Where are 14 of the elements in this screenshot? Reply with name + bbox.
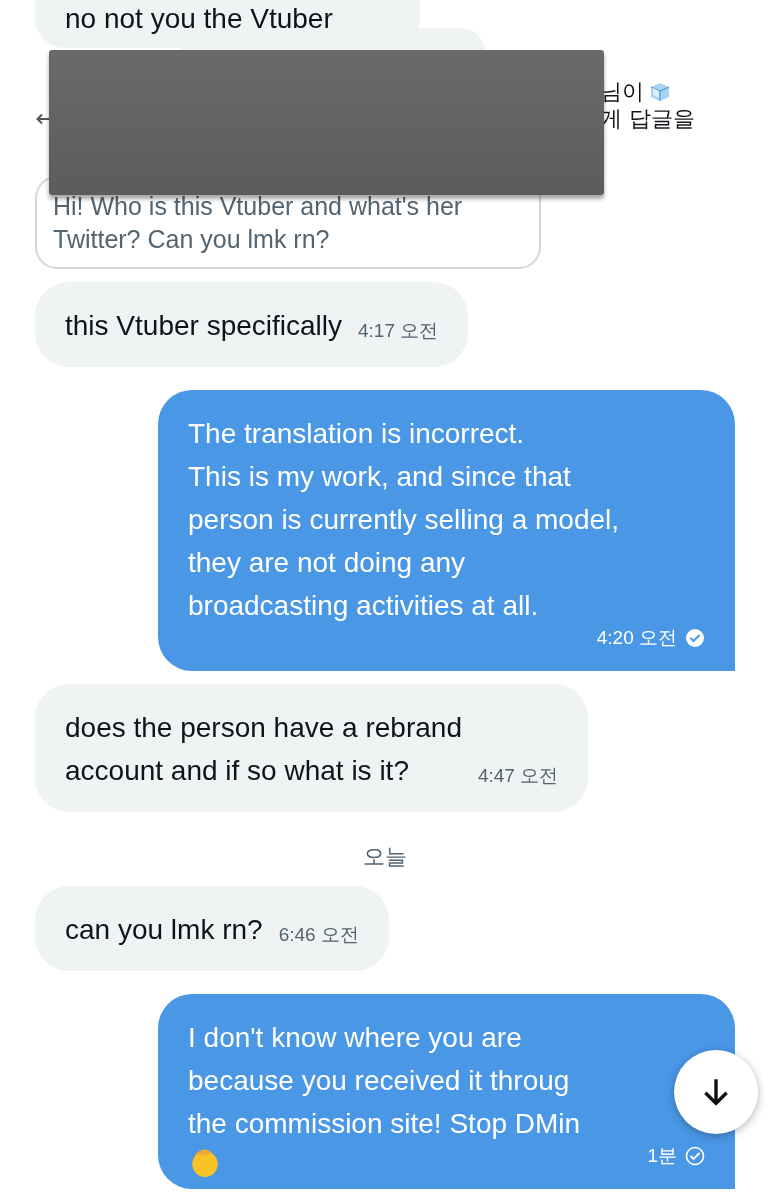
message-text: I don't know where you are because you received it throug the commission site! Stop DMin [188,1021,582,1141]
timestamp: 1분 [647,1144,677,1168]
reply-context-text: 님이 [600,78,644,105]
message-text: The translation is incorrect. This is my work, and since that person is currently selling a model, they are not doing any broadcasting activities at all. [188,417,621,623]
message-text: this Vtuber specifically [65,309,342,343]
message-text: no not you the Vtuber [65,4,333,34]
message-text: can you lmk rn? [65,913,263,947]
timestamp: 6:46 오전 [278,923,359,947]
message-text: does the person have a rebrand account and if so what is it? [65,711,462,788]
timestamp: 4:20 오전 [596,626,677,650]
timestamp: 4:47 오전 [477,764,559,788]
date-divider: 오늘 [362,843,407,871]
timestamp: 4:17 오전 [358,319,439,343]
quoted-text: Hi! Who is this Vtuber and what's her Twitter? Can you lmk rn? [53,191,464,255]
